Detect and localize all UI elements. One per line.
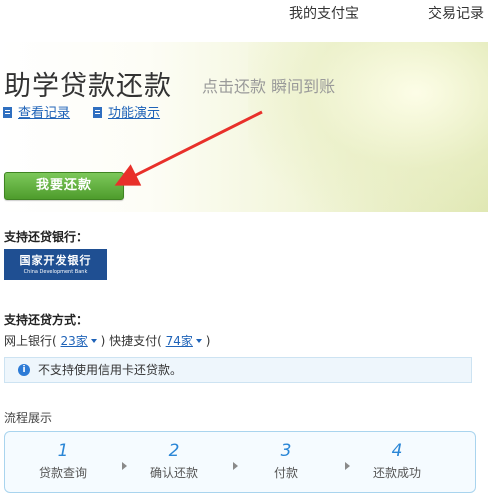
feature-demo-link[interactable]: 功能演示 <box>93 102 160 121</box>
process-step: 4 还款成功 <box>352 442 442 481</box>
top-navigation: 我的支付宝 交易记录 <box>0 0 488 26</box>
step-name: 付款 <box>273 466 298 480</box>
step-arrow-icon <box>233 462 238 470</box>
process-step: 2 确认还款 <box>129 442 219 481</box>
page-title: 助学贷款还款 <box>4 71 172 102</box>
document-icon <box>93 107 102 118</box>
quick-pay-prefix: ) 快捷支付( <box>100 334 162 348</box>
step-number: 2 <box>168 441 180 461</box>
document-icon <box>3 107 12 118</box>
banner-glow <box>248 42 488 212</box>
bank-logo-en: China Development Bank <box>23 269 88 275</box>
bank-logo-cn: 国家开发银行 <box>19 254 92 267</box>
nav-trade-records[interactable]: 交易记录 <box>428 3 484 23</box>
view-records-link[interactable]: 查看记录 <box>3 102 70 121</box>
step-arrow-icon <box>345 462 350 470</box>
step-number: 4 <box>391 441 403 461</box>
nav-my-alipay[interactable]: 我的支付宝 <box>289 3 359 23</box>
process-title: 流程展示 <box>4 411 53 425</box>
online-bank-count: 23家 <box>60 334 88 348</box>
step-arrow-icon <box>122 462 127 470</box>
credit-card-notice: i 不支持使用信用卡还贷款。 <box>4 357 472 383</box>
step-number: 1 <box>57 441 69 461</box>
process-step: 3 付款 <box>241 442 331 481</box>
step-name: 贷款查询 <box>38 466 87 480</box>
repay-button[interactable]: 我要还款 <box>4 172 124 200</box>
process-step: 1 贷款查询 <box>18 442 108 481</box>
page-subtitle: 点击还款 瞬间到账 <box>202 77 336 96</box>
step-name: 确认还款 <box>149 466 198 480</box>
quick-pay-count: 74家 <box>165 334 193 348</box>
caret-down-icon <box>90 339 97 343</box>
payment-methods-row: 网上银行( 23家 ) 快捷支付( 74家 ) <box>4 332 210 349</box>
caret-down-icon <box>195 339 202 343</box>
supported-methods-label: 支持还贷方式： <box>4 313 89 327</box>
notice-text: 不支持使用信用卡还贷款。 <box>38 363 183 377</box>
process-steps: 1 贷款查询 2 确认还款 3 付款 4 还款成功 <box>4 431 476 493</box>
cdb-bank-logo: 国家开发银行 China Development Bank <box>4 249 107 280</box>
online-bank-count-dropdown[interactable]: 23家 <box>61 334 97 348</box>
feature-demo-label: 功能演示 <box>108 106 161 121</box>
methods-suffix: ) <box>205 334 211 348</box>
supported-banks-label: 支持还贷银行： <box>4 230 89 244</box>
step-name: 还款成功 <box>372 466 421 480</box>
step-number: 3 <box>280 441 292 461</box>
view-records-label: 查看记录 <box>18 106 71 121</box>
quick-pay-count-dropdown[interactable]: 74家 <box>166 334 202 348</box>
online-bank-prefix: 网上银行( <box>4 334 57 348</box>
info-icon: i <box>18 364 30 376</box>
